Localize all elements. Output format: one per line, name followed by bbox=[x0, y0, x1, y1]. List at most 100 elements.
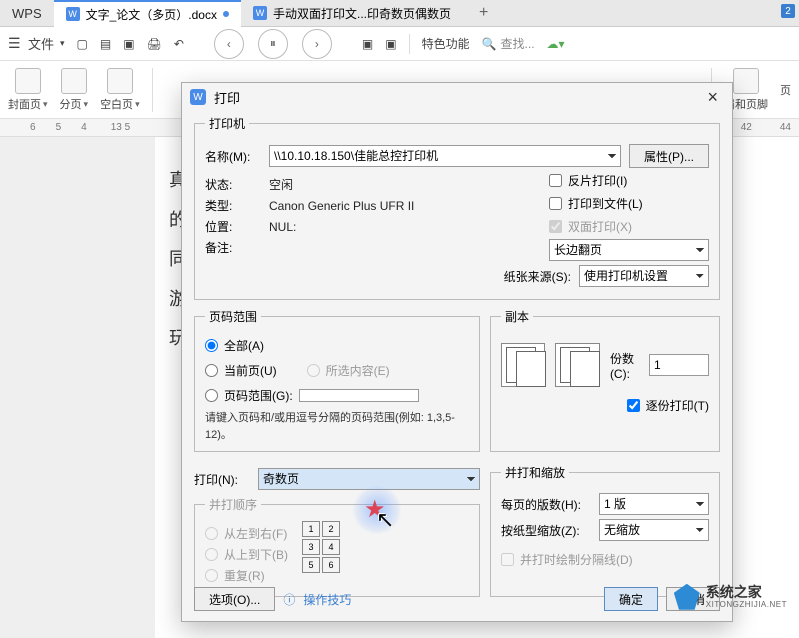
duplex-edge-select[interactable]: 长边翻页 bbox=[549, 239, 709, 261]
range-current-radio[interactable]: 当前页(U) bbox=[205, 362, 277, 379]
search-icon: 🔍 bbox=[482, 37, 497, 51]
close-button[interactable]: × bbox=[701, 87, 724, 108]
save-icon[interactable]: ▣ bbox=[123, 37, 134, 51]
print-order-group: 并打顺序 从左到右(F) 从上到下(B) 重复(R) 123456 bbox=[194, 496, 480, 597]
word-icon: W bbox=[66, 7, 80, 21]
scale-to-paper-select[interactable]: 无缩放 bbox=[599, 519, 709, 541]
page-range-input[interactable] bbox=[299, 389, 419, 402]
doc-margin bbox=[0, 137, 155, 638]
dialog-titlebar: W 打印 × bbox=[182, 83, 732, 111]
collate-preview-icon bbox=[555, 343, 599, 387]
order-tb-radio: 从上到下(B) bbox=[205, 546, 288, 563]
dialog-title: 打印 bbox=[214, 88, 240, 107]
info-icon: ⓘ bbox=[283, 591, 295, 608]
app-icon: W bbox=[190, 89, 206, 105]
range-selection-radio: 所选内容(E) bbox=[307, 362, 390, 379]
tab-doc2[interactable]: W 手动双面打印文...印奇数页偶数页 bbox=[241, 0, 463, 27]
new-icon[interactable]: ▢ bbox=[77, 37, 88, 51]
range-hint: 请键入页码和/或用逗号分隔的页码范围(例如: 1,3,5-12)。 bbox=[205, 410, 469, 443]
print-what-label: 打印(N): bbox=[194, 471, 250, 488]
print-icon[interactable]: 🖨 bbox=[147, 37, 162, 51]
tab-label: 手动双面打印文...印奇数页偶数页 bbox=[273, 5, 451, 22]
nav-pause-button[interactable]: ⏸ bbox=[258, 29, 288, 59]
nav-prev-button[interactable]: ‹ bbox=[214, 29, 244, 59]
watermark-logo-icon bbox=[674, 584, 700, 610]
hamburger-icon bbox=[8, 35, 22, 52]
range-all-radio[interactable]: 全部(A) bbox=[205, 337, 469, 354]
where-label: 位置: bbox=[205, 218, 261, 235]
order-legend: 并打顺序 bbox=[205, 496, 261, 513]
tab-add[interactable]: + bbox=[463, 0, 504, 27]
status-label: 状态: bbox=[205, 176, 261, 193]
reverse-print-checkbox[interactable]: 反片打印(I) bbox=[549, 172, 709, 189]
print-dialog: W 打印 × 打印机 名称(M): \\10.10.18.150\佳能总控打印机… bbox=[181, 82, 733, 622]
undo-icon[interactable]: ↶ bbox=[174, 37, 184, 51]
scale-legend: 并打和缩放 bbox=[501, 464, 569, 481]
printer-legend: 打印机 bbox=[205, 115, 249, 132]
print-to-file-checkbox[interactable]: 打印到文件(L) bbox=[549, 195, 709, 212]
comment-label: 备注: bbox=[205, 239, 261, 256]
watermark: 系统之家 XITONGZHIJIA.NET bbox=[674, 584, 787, 610]
page-break-button[interactable]: 分页 bbox=[60, 68, 89, 112]
file-menu[interactable]: 文件▾ bbox=[8, 34, 65, 53]
options-button[interactable]: 选项(O)... bbox=[194, 587, 275, 611]
search-placeholder: 查找... bbox=[501, 35, 535, 52]
duplex-checkbox: 双面打印(X) bbox=[549, 218, 709, 235]
type-label: 类型: bbox=[205, 197, 261, 214]
nav-next-button[interactable]: › bbox=[302, 29, 332, 59]
zoom-label: 按纸型缩放(Z): bbox=[501, 522, 591, 539]
copies-group: 副本 份数(C): 逐份打印(T) bbox=[490, 308, 720, 452]
paper-source-select[interactable]: 使用打印机设置 bbox=[579, 265, 709, 287]
saveall-icon[interactable]: ▣ bbox=[385, 37, 396, 51]
type-value: Canon Generic Plus UFR II bbox=[269, 199, 414, 213]
watermark-url: XITONGZHIJIA.NET bbox=[706, 600, 787, 610]
blank-page-button[interactable]: 空白页 bbox=[100, 68, 140, 112]
copies-legend: 副本 bbox=[501, 308, 533, 325]
blank-icon bbox=[107, 68, 133, 94]
page-range-group: 页码范围 全部(A) 当前页(U) 所选内容(E) 页码范围(G): 请键入页码… bbox=[194, 308, 480, 452]
ok-button[interactable]: 确定 bbox=[604, 587, 658, 611]
order-lr-radio: 从左到右(F) bbox=[205, 525, 288, 542]
tab-modified-dot bbox=[223, 11, 229, 17]
watermark-title: 系统之家 bbox=[706, 584, 787, 601]
count-label: 份数(C): bbox=[610, 350, 641, 381]
dialog-footer: 选项(O)... ⓘ 操作技巧 确定 取消 bbox=[194, 587, 720, 611]
name-label: 名称(M): bbox=[205, 148, 261, 165]
range-legend: 页码范围 bbox=[205, 308, 261, 325]
order-repeat-radio: 重复(R) bbox=[205, 567, 288, 584]
page-number-button[interactable]: 页 bbox=[780, 82, 791, 98]
separator-line-checkbox: 并打时绘制分隔线(D) bbox=[501, 551, 709, 568]
save2-icon[interactable]: ▣ bbox=[362, 37, 373, 51]
scale-group: 并打和缩放 每页的版数(H): 1 版 按纸型缩放(Z): 无缩放 并打时绘制分隔线… bbox=[490, 464, 720, 597]
search-box[interactable]: 🔍 查找... bbox=[482, 35, 535, 52]
pages-per-sheet-select[interactable]: 1 版 bbox=[599, 493, 709, 515]
order-preview-grid: 123456 bbox=[302, 521, 340, 588]
perpage-label: 每页的版数(H): bbox=[501, 496, 591, 513]
cover-page-button[interactable]: 封面页 bbox=[8, 68, 48, 112]
where-value: NUL: bbox=[269, 220, 296, 234]
pagebreak-icon bbox=[61, 68, 87, 94]
copies-input[interactable] bbox=[649, 354, 709, 376]
print-what-select[interactable]: 奇数页 bbox=[258, 468, 480, 490]
paper-source-label: 纸张来源(S): bbox=[504, 268, 571, 285]
tab-bar: WPS W 文字_论文（多页）.docx W 手动双面打印文...印奇数页偶数页… bbox=[0, 0, 799, 27]
range-pages-radio[interactable]: 页码范围(G): bbox=[205, 387, 469, 404]
status-value: 空闲 bbox=[269, 176, 293, 193]
file-label: 文件 bbox=[28, 34, 54, 53]
tab-label: 文字_论文（多页）.docx bbox=[86, 6, 217, 23]
separator bbox=[409, 34, 410, 54]
cover-icon bbox=[15, 68, 41, 94]
header-icon bbox=[733, 68, 759, 94]
collate-preview-icon bbox=[501, 343, 545, 387]
printer-name-select[interactable]: \\10.10.18.150\佳能总控打印机 bbox=[269, 145, 621, 167]
special-features[interactable]: 特色功能 bbox=[422, 35, 470, 52]
tips-link[interactable]: 操作技巧 bbox=[303, 591, 351, 608]
main-toolbar: 文件▾ ▢ ▤ ▣ 🖨 ↶ ‹ ⏸ › ▣ ▣ 特色功能 🔍 查找... ☁▾ bbox=[0, 27, 799, 61]
app-label: WPS bbox=[0, 6, 54, 21]
properties-button[interactable]: 属性(P)... bbox=[629, 144, 709, 168]
notification-badge[interactable]: 2 bbox=[781, 4, 795, 18]
tab-doc1[interactable]: W 文字_论文（多页）.docx bbox=[54, 0, 241, 27]
collate-checkbox[interactable]: 逐份打印(T) bbox=[501, 397, 709, 414]
open-icon[interactable]: ▤ bbox=[100, 37, 111, 51]
cloud-icon[interactable]: ☁▾ bbox=[547, 37, 565, 51]
